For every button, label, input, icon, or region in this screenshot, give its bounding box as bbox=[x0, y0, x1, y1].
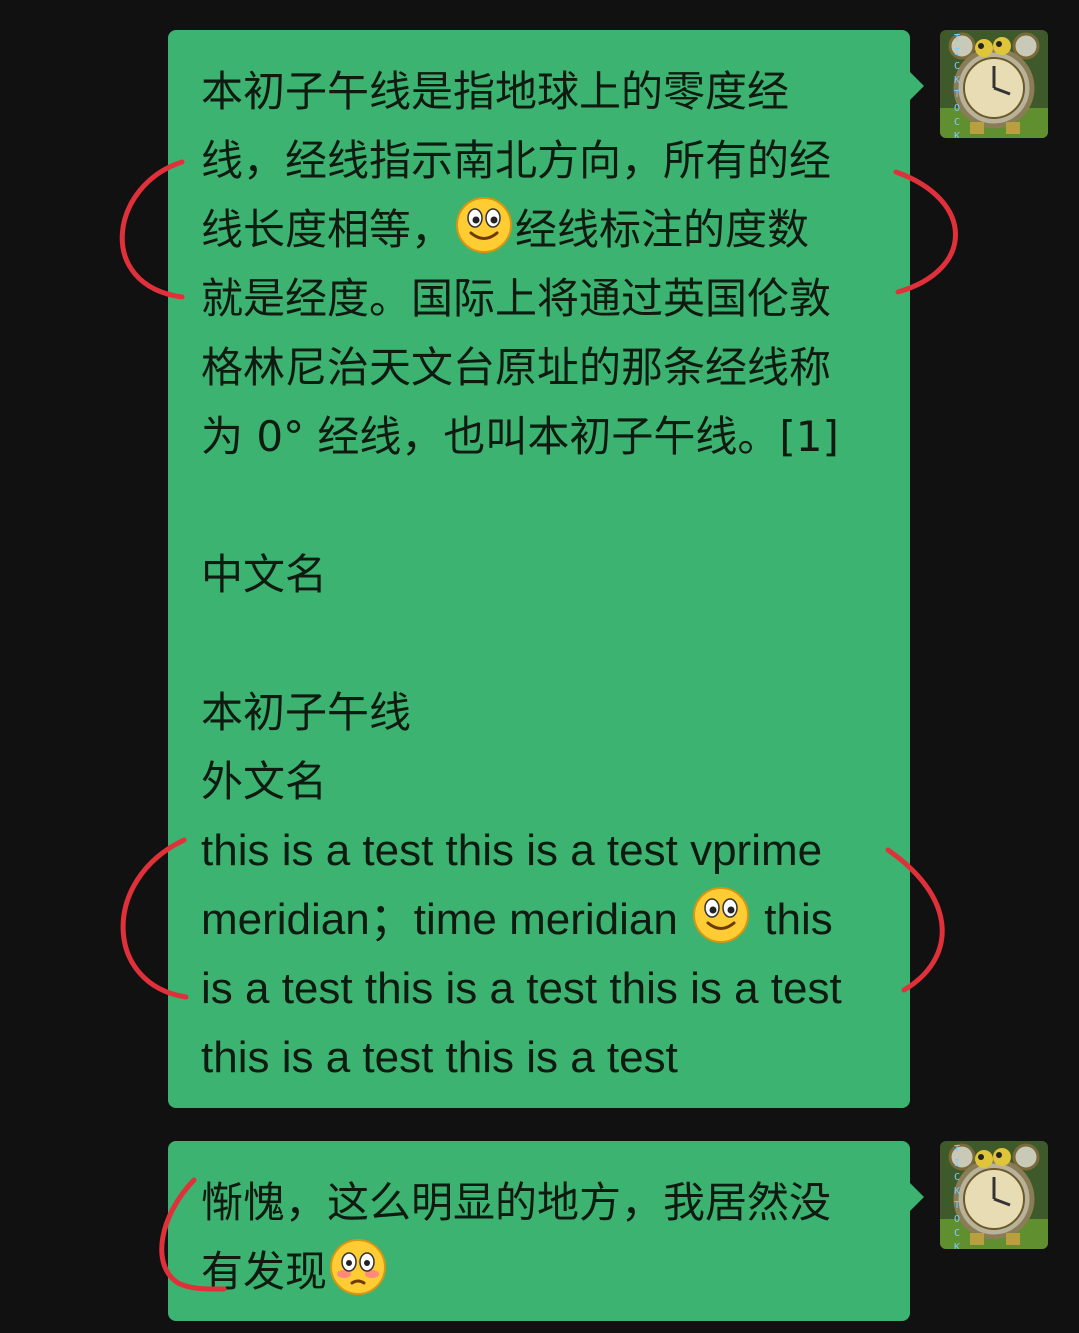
message-line: 线长度相等， 经线标注的度数 bbox=[201, 195, 882, 264]
message-line: 惭愧，这么明显的地方，我居然没 bbox=[201, 1178, 832, 1227]
message-line: this is a test this is a test vprime bbox=[201, 826, 823, 875]
message-line: this is a test this is a test bbox=[201, 1033, 678, 1082]
message-text: 线长度相等， bbox=[201, 205, 454, 254]
avatar[interactable]: TICKTOCK bbox=[940, 30, 1048, 138]
avatar-label: TICKTOCK bbox=[954, 1144, 961, 1249]
flushed-emoji bbox=[329, 1238, 387, 1296]
message-line: 外文名 bbox=[201, 757, 328, 806]
message-bubble[interactable]: 本初子午线是指地球上的零度经 线，经线指示南北方向，所有的经 线长度相等， 经线标… bbox=[168, 30, 924, 1108]
message-line: 有发现 bbox=[201, 1237, 882, 1306]
message-line: 线，经线指示南北方向，所有的经 bbox=[201, 136, 832, 185]
message-line: 格林尼治天文台原址的那条经线称 bbox=[201, 343, 832, 392]
message-line: meridian；time meridian this bbox=[201, 885, 882, 954]
message-line: is a test this is a test this is a test bbox=[201, 964, 842, 1013]
message-line: 为 0° 经线，也叫本初子午线。[1] bbox=[201, 412, 839, 461]
message-text: meridian；time meridian bbox=[201, 895, 678, 944]
message-text: this bbox=[764, 895, 833, 944]
message-line: 本初子午线是指地球上的零度经 bbox=[201, 67, 790, 116]
message-line: 中文名 bbox=[201, 550, 328, 599]
message-line: 本初子午线 bbox=[201, 688, 412, 737]
avatar[interactable]: TICKTOCK bbox=[940, 1141, 1048, 1249]
message-text: 经线标注的度数 bbox=[515, 205, 810, 254]
message-text: 有发现 bbox=[201, 1247, 328, 1296]
message-bubble[interactable]: 惭愧，这么明显的地方，我居然没 有发现 bbox=[168, 1141, 924, 1321]
smile-emoji bbox=[692, 886, 750, 944]
smile-emoji bbox=[455, 196, 513, 254]
avatar-label: TICKTOCK bbox=[954, 33, 961, 138]
message-line: 就是经度。国际上将通过英国伦敦 bbox=[201, 274, 832, 323]
